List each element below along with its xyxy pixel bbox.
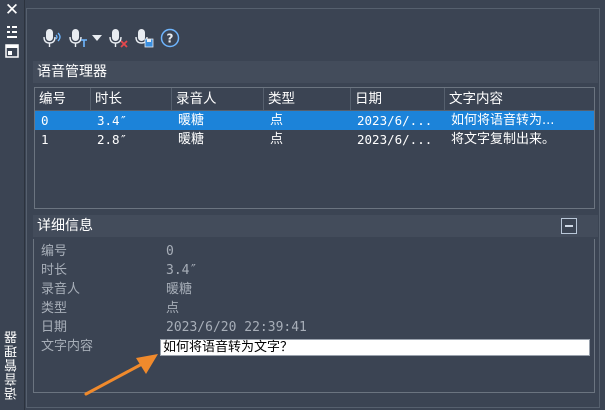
detail-value-date: 2023/6/20 22:39:41 bbox=[166, 320, 307, 335]
cell-date: 2023/6/... bbox=[357, 132, 433, 147]
palette-title: 语音管理器 bbox=[5, 330, 20, 400]
table-header: 编号 时长 录音人 类型 日期 文字内容 bbox=[35, 88, 594, 111]
cell-date: 2023/6/... bbox=[357, 113, 433, 128]
column-header-text[interactable]: 文字内容 bbox=[445, 88, 594, 110]
voice-manager-panel: ? 语音管理器 编号 时长 录音人 类型 日期 文字内容 0 3.4″ 暖糖 点… bbox=[26, 8, 600, 408]
column-header-duration[interactable]: 时长 bbox=[91, 88, 172, 110]
details-section-title: 详细信息 bbox=[37, 218, 93, 234]
column-header-date[interactable]: 日期 bbox=[351, 88, 445, 110]
cell-type: 点 bbox=[270, 113, 284, 128]
detail-label-recorder: 录音人 bbox=[41, 282, 81, 297]
cell-duration: 2.8″ bbox=[97, 132, 128, 147]
mic-save-icon[interactable] bbox=[133, 27, 155, 49]
cell-text: 将文字复制出来。 bbox=[451, 132, 556, 147]
mic-play-icon[interactable] bbox=[41, 27, 63, 49]
cell-recorder: 暖糖 bbox=[178, 113, 205, 128]
table-row[interactable]: 1 2.8″ 暖糖 点 2023/6/... 将文字复制出来。 bbox=[35, 130, 594, 149]
properties-icon[interactable] bbox=[5, 44, 19, 58]
mic-delete-icon[interactable] bbox=[107, 27, 129, 49]
cell-type: 点 bbox=[270, 132, 284, 147]
column-header-type[interactable]: 类型 bbox=[264, 88, 351, 110]
dropdown-arrow-icon[interactable] bbox=[91, 27, 103, 49]
help-icon[interactable]: ? bbox=[159, 27, 181, 49]
close-icon[interactable]: ✕ bbox=[4, 2, 20, 19]
toolbar: ? bbox=[41, 26, 185, 50]
detail-label-id: 编号 bbox=[41, 244, 68, 259]
detail-value-duration: 3.4″ bbox=[166, 263, 198, 278]
cell-id: 1 bbox=[41, 132, 49, 147]
detail-label-duration: 时长 bbox=[41, 263, 68, 278]
mic-text-icon[interactable] bbox=[67, 27, 89, 49]
cell-id: 0 bbox=[41, 113, 49, 128]
text-content-field[interactable]: 如何将语音转为文字？ bbox=[160, 339, 590, 356]
annotation-arrow bbox=[84, 354, 158, 396]
recordings-table[interactable]: 编号 时长 录音人 类型 日期 文字内容 0 3.4″ 暖糖 点 2023/6/… bbox=[34, 87, 595, 209]
palette-sidebar: ✕ 语音管理器 bbox=[0, 0, 25, 410]
detail-value-type: 点 bbox=[166, 301, 180, 316]
cell-text: 如何将语音转为... bbox=[451, 113, 555, 128]
details-section-header: 详细信息 bbox=[33, 215, 598, 237]
column-header-id[interactable]: 编号 bbox=[35, 88, 91, 110]
manager-section-title: 语音管理器 bbox=[37, 64, 107, 80]
detail-label-date: 日期 bbox=[41, 320, 68, 335]
cell-duration: 3.4″ bbox=[97, 113, 128, 128]
column-header-recorder[interactable]: 录音人 bbox=[172, 88, 264, 110]
manager-section-header: 语音管理器 bbox=[33, 61, 598, 83]
detail-value-recorder: 暖糖 bbox=[166, 282, 193, 297]
svg-text:?: ? bbox=[167, 32, 174, 46]
auto-hide-icon[interactable] bbox=[5, 24, 19, 40]
table-row[interactable]: 0 3.4″ 暖糖 点 2023/6/... 如何将语音转为... bbox=[35, 111, 594, 130]
collapse-button[interactable] bbox=[561, 218, 577, 234]
cell-recorder: 暖糖 bbox=[178, 132, 205, 147]
detail-label-type: 类型 bbox=[41, 301, 68, 316]
detail-value-id: 0 bbox=[166, 244, 174, 259]
